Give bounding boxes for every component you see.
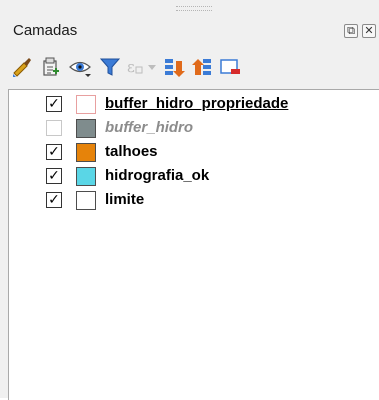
- layer-row-talhoes[interactable]: ✓ talhoes: [9, 141, 379, 163]
- collapse-all-icon[interactable]: [190, 55, 214, 79]
- manage-visibility-icon[interactable]: [68, 55, 92, 79]
- style-brush-icon[interactable]: [10, 55, 34, 79]
- svg-text:ε: ε: [127, 58, 135, 76]
- remove-layer-icon[interactable]: [218, 55, 242, 79]
- panel-titlebar: Camadas ⧉ ✕: [0, 18, 379, 44]
- add-group-icon[interactable]: [38, 55, 62, 79]
- layers-toolbar: ε: [0, 52, 379, 82]
- layer-symbol-swatch[interactable]: [76, 119, 96, 138]
- layer-row-hidrografia-ok[interactable]: ✓ hidrografia_ok: [9, 165, 379, 187]
- layer-visibility-checkbox[interactable]: ✓: [46, 168, 62, 184]
- layer-name[interactable]: buffer_hidro_propriedade: [105, 95, 288, 112]
- filter-legend-icon[interactable]: [98, 55, 122, 79]
- layer-visibility-checkbox[interactable]: ✓: [46, 144, 62, 160]
- layer-name[interactable]: limite: [105, 191, 144, 208]
- layer-row-buffer-hidro-propriedade[interactable]: ✓ buffer_hidro_propriedade: [9, 93, 379, 115]
- layer-visibility-checkbox[interactable]: [46, 120, 62, 136]
- layer-visibility-checkbox[interactable]: ✓: [46, 192, 62, 208]
- layer-symbol-swatch[interactable]: [76, 191, 96, 210]
- layer-name[interactable]: talhoes: [105, 143, 158, 160]
- dock-grip-handle[interactable]: [176, 6, 212, 11]
- layer-tree: ✓ buffer_hidro_propriedade buffer_hidro …: [8, 89, 379, 400]
- layer-name[interactable]: buffer_hidro: [105, 119, 193, 136]
- float-panel-button[interactable]: ⧉: [344, 24, 358, 38]
- layer-symbol-swatch[interactable]: [76, 167, 96, 186]
- filter-expression-icon[interactable]: ε: [124, 55, 158, 79]
- close-panel-button[interactable]: ✕: [362, 24, 376, 38]
- layer-symbol-swatch[interactable]: [76, 143, 96, 162]
- layer-row-limite[interactable]: ✓ limite: [9, 189, 379, 211]
- layer-name[interactable]: hidrografia_ok: [105, 167, 209, 184]
- layer-symbol-swatch[interactable]: [76, 95, 96, 114]
- layer-visibility-checkbox[interactable]: ✓: [46, 96, 62, 112]
- layers-panel: Camadas ⧉ ✕ ε ✓ buffer_hidro_propriedade…: [0, 0, 379, 400]
- panel-title: Camadas: [13, 22, 78, 39]
- layer-row-buffer-hidro[interactable]: buffer_hidro: [9, 117, 379, 139]
- expand-all-icon[interactable]: [162, 55, 186, 79]
